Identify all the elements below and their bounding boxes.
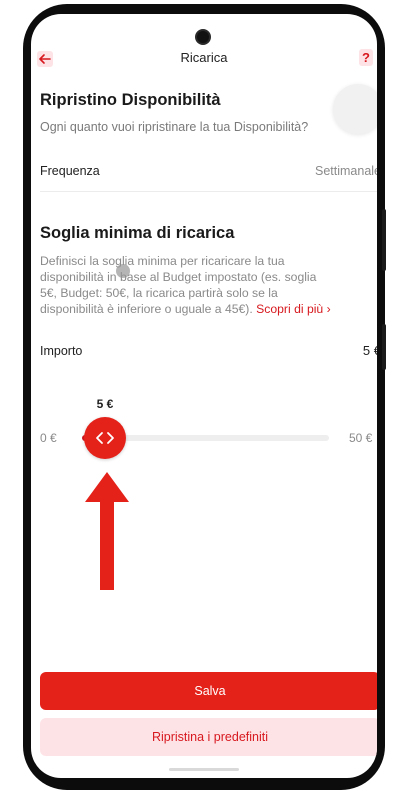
restore-section-title: Ripristino Disponibilità: [40, 91, 221, 109]
amount-label: Importo: [40, 344, 83, 358]
reset-defaults-button[interactable]: Ripristina i predefiniti: [40, 718, 377, 756]
floating-assistive-button[interactable]: [333, 84, 377, 134]
home-indicator[interactable]: [169, 768, 239, 771]
power-button: [382, 324, 386, 370]
description-line: disponibilità è inferiore o uguale a 45€…: [40, 302, 253, 316]
learn-more-link[interactable]: Scopri di più ›: [256, 302, 331, 316]
threshold-description: Definisci la soglia minima per ricaricar…: [40, 253, 375, 317]
description-line: disponibilità in base al Budget impostat…: [40, 270, 317, 284]
frequency-value: Settimanale: [314, 164, 377, 178]
frequency-label: Frequenza: [40, 164, 100, 178]
save-button[interactable]: Salva: [40, 672, 377, 710]
restore-section-subtitle: Ogni quanto vuoi ripristinare la tua Dis…: [40, 120, 309, 134]
page-title: Ricarica: [180, 50, 228, 65]
slider-min-label: 0 €: [40, 431, 57, 445]
description-line: Definisci la soglia minima per ricaricar…: [40, 254, 285, 268]
description-line: 5€, Budget: 50€, la ricarica partirà sol…: [40, 286, 278, 300]
help-question-icon[interactable]: ?: [359, 49, 373, 66]
volume-button: [382, 209, 386, 271]
slider-current-value: 5 €: [96, 397, 114, 411]
slider-thumb[interactable]: [84, 417, 126, 459]
chevrons-left-right-icon: [96, 432, 114, 444]
threshold-section-title: Soglia minima di ricarica: [40, 224, 235, 242]
amount-value: 5 €: [362, 343, 377, 358]
app-screen: Ricarica ? Ripristino Disponibilità Ogni…: [31, 14, 377, 778]
front-camera: [197, 31, 209, 43]
red-arrow-up-icon: [85, 472, 129, 590]
slider-max-label: 50 €: [349, 431, 373, 445]
divider: [40, 191, 377, 192]
touch-indicator: [116, 264, 130, 278]
